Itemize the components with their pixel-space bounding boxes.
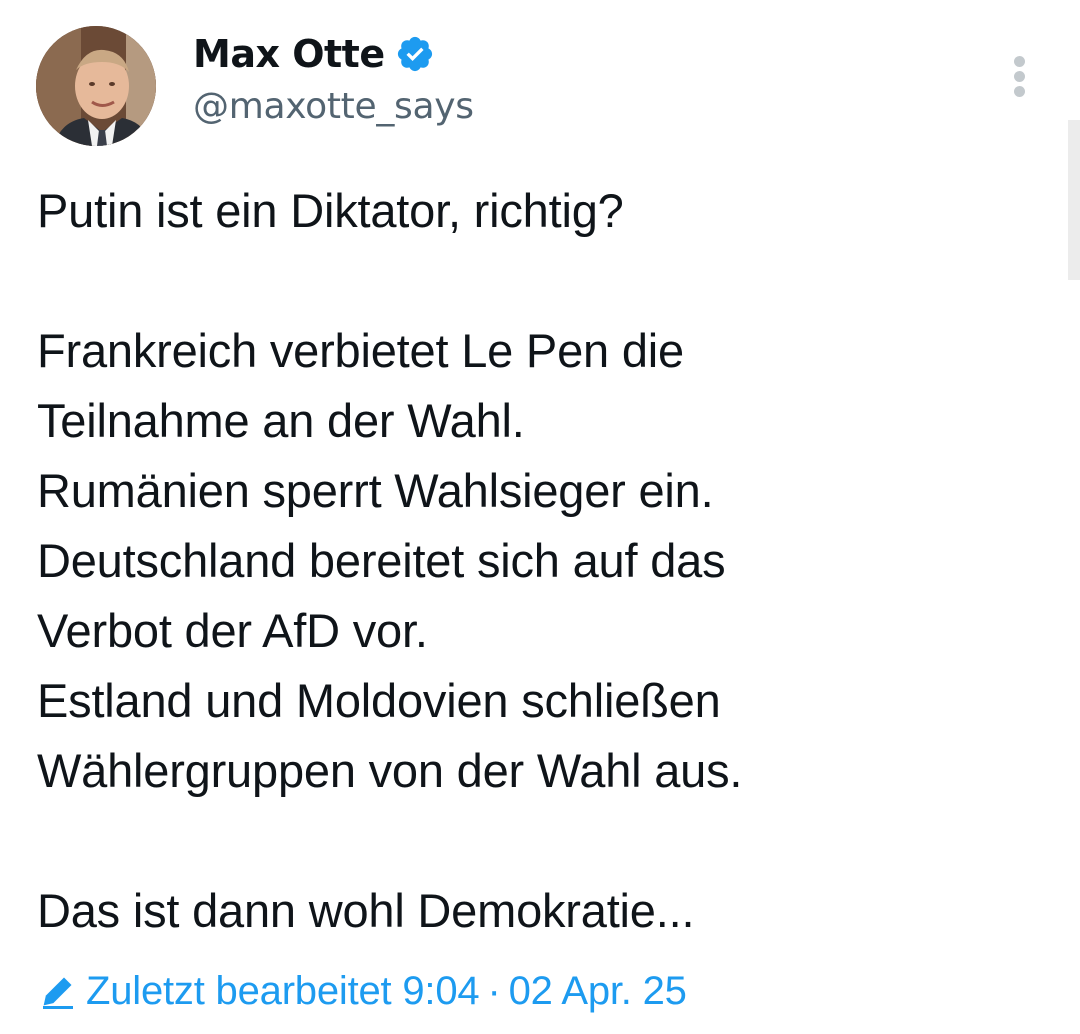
tweet-text-line: Das ist dann wohl Demokratie... — [37, 884, 695, 937]
author-display-name[interactable]: Max Otte — [193, 32, 385, 76]
tweet-card: Max Otte @maxotte_says Putin ist ein Dik… — [0, 0, 1080, 1034]
scrollbar-thumb[interactable] — [1068, 120, 1080, 280]
tweet-text-line: Wählergruppen von der Wahl aus. — [37, 744, 743, 797]
tweet-text-line: Estland und Moldovien schließen — [37, 674, 721, 727]
tweet-text-line: Rumänien sperrt Wahlsieger ein. — [37, 464, 714, 517]
tweet-text-line: Verbot der AfD vor. — [37, 604, 428, 657]
author-handle[interactable]: @maxotte_says — [193, 86, 474, 127]
tweet-text-line: Frankreich verbietet Le Pen die — [37, 324, 684, 377]
pencil-icon — [38, 971, 78, 1011]
more-options-button[interactable] — [1000, 48, 1040, 104]
more-vertical-icon-dot — [1014, 86, 1025, 97]
more-vertical-icon-dot — [1014, 71, 1025, 82]
tweet-date[interactable]: 02 Apr. 25 — [509, 969, 687, 1014]
edited-label[interactable]: Zuletzt bearbeitet 9:04 — [86, 969, 480, 1014]
tweet-text: Putin ist ein Diktator, richtig? Frankre… — [37, 176, 1037, 946]
meta-separator: · — [487, 968, 501, 1013]
verified-badge-icon — [395, 34, 435, 74]
avatar[interactable] — [36, 26, 156, 146]
tweet-text-line: Deutschland bereitet sich auf das — [37, 534, 726, 587]
tweet-text-line: Putin ist ein Diktator, richtig? — [37, 184, 624, 237]
avatar-photo — [36, 26, 156, 146]
tweet-meta[interactable]: Zuletzt bearbeitet 9:04 · 02 Apr. 25 — [38, 965, 687, 1017]
author-name-row: Max Otte — [193, 28, 435, 80]
tweet-text-line: Teilnahme an der Wahl. — [37, 394, 525, 447]
more-vertical-icon — [1014, 56, 1025, 67]
